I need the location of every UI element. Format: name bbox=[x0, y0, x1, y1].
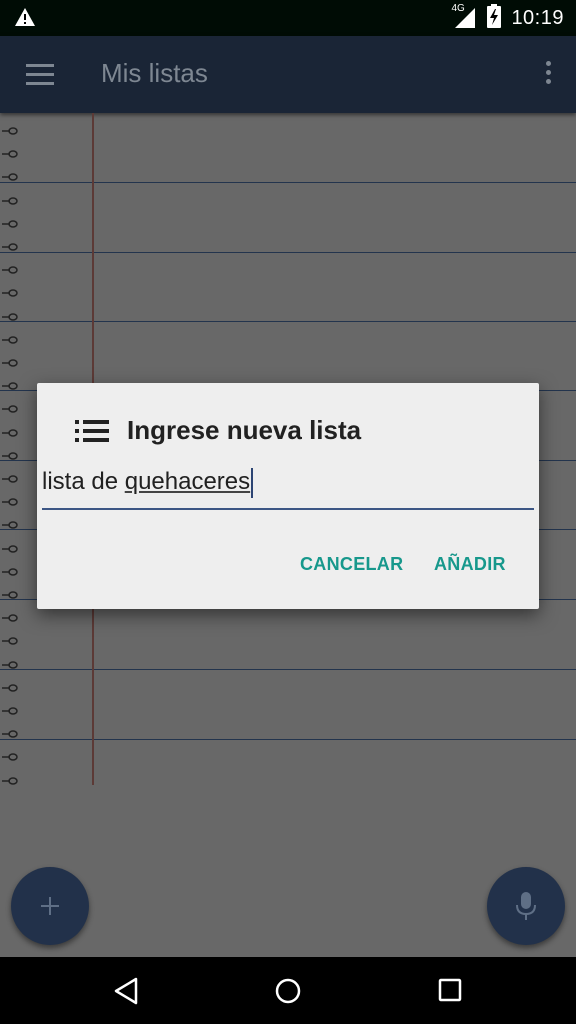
spiral-ring bbox=[2, 746, 18, 762]
spiral-ring bbox=[2, 607, 18, 622]
recents-icon[interactable] bbox=[435, 975, 467, 1007]
spiral-ring bbox=[2, 514, 18, 530]
input-value: lista de quehaceres bbox=[42, 468, 254, 498]
list-row-divider bbox=[0, 739, 576, 740]
spiral-ring bbox=[2, 491, 18, 506]
signal-icon: 4G bbox=[451, 3, 477, 30]
spiral-ring bbox=[2, 120, 18, 135]
add-button[interactable]: AÑADIR bbox=[434, 554, 506, 575]
list-icon bbox=[75, 420, 109, 442]
spiral-ring bbox=[2, 700, 18, 715]
spiral-ring bbox=[2, 329, 18, 344]
home-icon[interactable] bbox=[272, 975, 304, 1007]
overflow-menu-icon[interactable] bbox=[544, 61, 552, 89]
mic-icon bbox=[516, 892, 536, 920]
spiral-ring bbox=[2, 468, 18, 483]
battery-charging-icon bbox=[487, 4, 502, 32]
spiral-ring bbox=[2, 422, 18, 437]
spiral-ring bbox=[2, 259, 18, 274]
list-row-divider bbox=[0, 321, 576, 322]
warning-icon bbox=[14, 7, 36, 31]
spiral-ring bbox=[2, 352, 18, 367]
spiral-ring bbox=[2, 677, 18, 692]
new-list-dialog: Ingrese nueva lista lista de quehaceres … bbox=[37, 383, 539, 609]
spiral-ring bbox=[2, 398, 18, 414]
list-row-divider bbox=[0, 252, 576, 253]
back-icon[interactable] bbox=[110, 975, 142, 1007]
spiral-ring bbox=[2, 166, 18, 182]
status-bar: 4G 10:19 bbox=[0, 0, 576, 36]
input-composing-text: quehaceres bbox=[124, 468, 251, 496]
spiral-ring bbox=[2, 654, 18, 669]
list-row-divider bbox=[0, 182, 576, 183]
notebook-spiral-rings bbox=[0, 113, 20, 785]
plus-icon bbox=[41, 897, 59, 915]
spiral-ring bbox=[2, 770, 18, 785]
navigation-bar bbox=[0, 957, 576, 1024]
spiral-ring bbox=[2, 190, 18, 205]
list-row-divider bbox=[0, 669, 576, 670]
spiral-ring bbox=[2, 306, 18, 321]
cancel-button[interactable]: CANCELAR bbox=[300, 554, 403, 575]
text-cursor bbox=[251, 468, 254, 498]
voice-input-button[interactable] bbox=[487, 867, 565, 945]
page-title: Mis listas bbox=[101, 58, 208, 88]
spiral-ring bbox=[2, 584, 18, 599]
spiral-ring bbox=[2, 282, 18, 298]
spiral-ring bbox=[2, 538, 18, 553]
spiral-ring bbox=[2, 236, 18, 251]
spiral-ring bbox=[2, 723, 18, 738]
spiral-ring bbox=[2, 445, 18, 460]
input-text-part: lista de bbox=[42, 468, 125, 496]
app-bar: Mis listas bbox=[0, 36, 576, 113]
spiral-ring bbox=[2, 630, 18, 646]
clock: 10:19 bbox=[511, 6, 564, 29]
add-list-button[interactable] bbox=[11, 867, 89, 945]
spiral-ring bbox=[2, 213, 18, 228]
spiral-ring bbox=[2, 561, 18, 576]
dialog-title: Ingrese nueva lista bbox=[127, 415, 362, 445]
spiral-ring bbox=[2, 143, 18, 158]
list-name-input[interactable]: lista de quehaceres bbox=[42, 468, 534, 510]
spiral-ring bbox=[2, 375, 18, 390]
menu-icon[interactable] bbox=[26, 64, 54, 86]
